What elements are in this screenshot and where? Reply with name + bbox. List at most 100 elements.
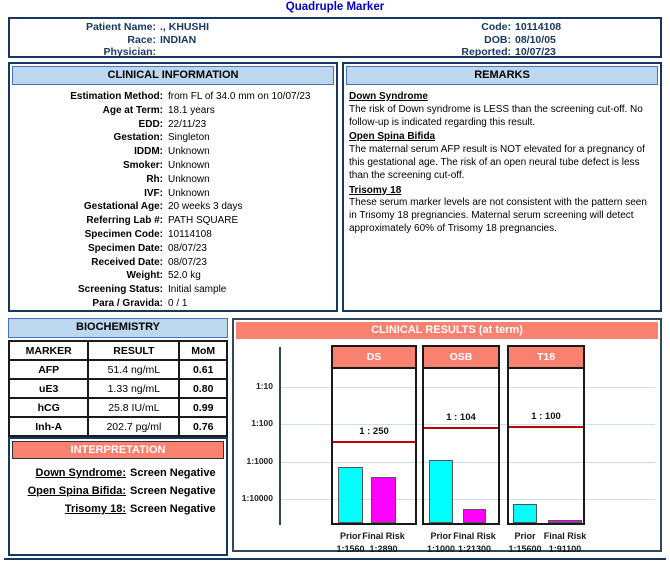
marker-name: hCG [9,398,88,417]
field-value: from FL of 34.0 mm on 10/07/23 [168,90,334,104]
remarks-text-open-spina-bifida: The maternal serum AFP result is NOT ele… [349,144,655,182]
reported-value: 10/07/23 [515,46,650,59]
field-label: Screening Status: [10,283,168,297]
field-value: 20 weeks 3 days [168,200,334,214]
code-value: 10114108 [515,21,650,34]
patient-info-right: Code: 10114108 DOB: 08/10/05 Reported: 1… [350,21,650,59]
field-value: 0 / 1 [168,297,334,311]
panel-osb: OSB 1 : 104 Prior Final Risk 1:1000 1:21… [422,345,500,525]
field-label: IVF: [10,187,168,201]
prior-bar [513,504,537,523]
y-axis-tick: 1:10 [236,381,273,391]
reported-label: Reported: [350,46,515,59]
field-value: Unknown [168,145,334,159]
clinical-information-rows: Estimation Method:from FL of 34.0 mm on … [10,87,336,311]
y-axis-tick: 1:10000 [236,493,273,503]
field-label: Specimen Date: [10,242,168,256]
remarks-text-down-syndrome: The risk of Down syndrome is LESS than t… [349,104,655,130]
cutoff-label: 1 : 100 [509,411,583,422]
y-axis-line [279,347,281,525]
field-label: Rh: [10,173,168,187]
column-mom: MoM [179,341,227,360]
final-risk-value: 1:2890 [356,544,411,554]
panel-osb-title: OSB [424,347,498,369]
interpretation-value: Screen Negative [130,500,226,518]
race-label: Race: [20,34,160,47]
table-row: AFP 51.4 ng/mL 0.61 [9,360,227,379]
field-value: 08/07/23 [168,242,334,256]
interpretation-value: Screen Negative [130,482,226,500]
biochemistry-header: BIOCHEMISTRY [8,318,228,338]
table-header-row: MARKER RESULT MoM [9,341,227,360]
page-bottom-rule [4,558,666,560]
marker-result: 202.7 pg/ml [88,417,179,436]
interpretation-label: Down Syndrome: [10,464,130,482]
final-risk-value: 1:21300 [447,544,502,554]
table-row: uE3 1.33 ng/mL 0.80 [9,379,227,398]
interpretation-label: Trisomy 18: [10,500,130,518]
field-value: 52.0 kg [168,269,334,283]
field-label: IDDM: [10,145,168,159]
biochemistry-table: MARKER RESULT MoM AFP 51.4 ng/mL 0.61 uE… [8,340,228,437]
interpretation-value: Screen Negative [130,464,226,482]
panel-ds-title: DS [333,347,415,369]
field-label: Received Date: [10,256,168,270]
marker-name: Inh-A [9,417,88,436]
field-value: Singleton [168,131,334,145]
field-value: 10114108 [168,228,334,242]
table-row: hCG 25.8 IU/mL 0.99 [9,398,227,417]
field-label: Gestation: [10,131,168,145]
physician-label: Physician: [20,46,160,59]
final-risk-bar [371,477,396,523]
cutoff-line [424,427,498,429]
field-value: 18.1 years [168,104,334,118]
panel-ds: DS 1 : 250 Prior Final Risk 1:1560 1:289… [331,345,417,525]
dob-value: 08/10/05 [515,34,650,47]
field-value: Unknown [168,173,334,187]
remarks-heading-trisomy-18: Trisomy 18 [349,185,655,198]
table-row: Inh-A 202.7 pg/ml 0.76 [9,417,227,436]
column-result: RESULT [88,341,179,360]
interpretation-panel: INTERPRETATION Down Syndrome: Screen Neg… [8,437,228,556]
y-axis-tick: 1:100 [236,418,273,428]
prior-bar [429,460,453,523]
field-label: Specimen Code: [10,228,168,242]
prior-bar [338,467,363,523]
field-label: Referring Lab #: [10,214,168,228]
patient-info-box: Patient Name: ., KHUSHI Race: INDIAN Phy… [8,17,662,58]
field-label: Estimation Method: [10,90,168,104]
marker-mom: 0.99 [179,398,227,417]
marker-mom: 0.61 [179,360,227,379]
cutoff-line [509,426,583,428]
remarks-heading-down-syndrome: Down Syndrome [349,91,655,104]
field-value: 22/11/23 [168,118,334,132]
field-label: Weight: [10,269,168,283]
field-value: 08/07/23 [168,256,334,270]
field-label: EDD: [10,118,168,132]
interpretation-label: Open Spina Bifida: [10,482,130,500]
cutoff-line [333,441,415,443]
y-axis-tick: 1:1000 [236,456,273,466]
final-risk-bar [463,509,486,523]
panel-t18-title: T18 [509,347,583,369]
column-marker: MARKER [9,341,88,360]
quadruple-marker-report: Quadruple Marker Patient Name: ., KHUSHI… [0,0,670,563]
field-label: Gestational Age: [10,200,168,214]
physician-value [160,46,340,59]
field-value: PATH SQUARE [168,214,334,228]
remarks-heading-open-spina-bifida: Open Spina Bifida [349,131,655,144]
panel-t18: T18 1 : 100 Prior Final Risk 1:15600 1:9… [507,345,585,525]
marker-result: 25.8 IU/mL [88,398,179,417]
remarks-panel: REMARKS Down Syndrome The risk of Down s… [342,62,662,312]
interpretation-header: INTERPRETATION [12,441,224,459]
patient-name-label: Patient Name: [20,21,160,34]
remarks-body: Down Syndrome The risk of Down syndrome … [344,87,660,236]
marker-name: uE3 [9,379,88,398]
patient-info-left: Patient Name: ., KHUSHI Race: INDIAN Phy… [20,21,340,59]
remarks-header: REMARKS [346,66,658,85]
remarks-text-trisomy-18: These serum marker levels are not consis… [349,197,655,235]
marker-result: 51.4 ng/mL [88,360,179,379]
field-label: Smoker: [10,159,168,173]
final-risk-label: Final Risk [447,531,502,541]
final-risk-bar [548,520,582,523]
